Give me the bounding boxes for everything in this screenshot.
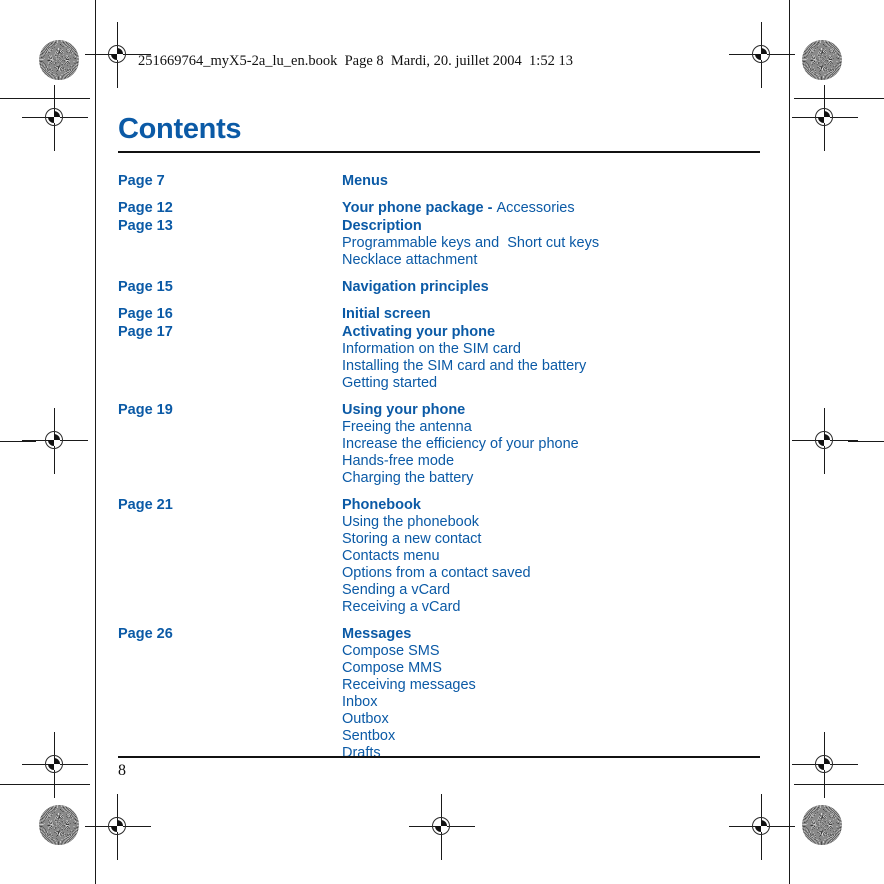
toc-entry-subitem[interactable]: Increase the efficiency of your phone — [342, 436, 763, 453]
toc-entry-subitem[interactable]: Contacts menu — [342, 548, 763, 565]
toc-entry-heading[interactable]: Your phone package - Accessories — [342, 199, 763, 217]
table-of-contents: Page 7 Menus Page 12 Your phone package - A… — [118, 172, 763, 762]
toc-entry-page-number: Page 7 — [118, 173, 165, 189]
toc-entry-subitem[interactable]: Drafts — [342, 745, 763, 762]
toc-entry-body: Messages Compose SMS Compose MMS Receiving … — [342, 625, 763, 762]
toc-entry-heading[interactable]: Phonebook — [342, 496, 763, 514]
toc-entry-page-number: Page 16 — [118, 306, 173, 322]
toc-entry-heading[interactable]: Description — [342, 217, 763, 235]
toc-entry-page-number: Page 15 — [118, 279, 173, 295]
toc-entry-subitem[interactable]: Outbox — [342, 711, 763, 728]
toc-entry-page-number: Page 19 — [118, 402, 173, 418]
toc-entry-body: Menus — [342, 172, 763, 190]
toc-entry-subitem[interactable]: Installing the SIM card and the battery — [342, 358, 763, 375]
document-page: 251669764_myX5-2a_lu_en.book Page 8 Mard… — [0, 0, 884, 884]
toc-entry-subitem[interactable]: Programmable keys and Short cut keys — [342, 235, 763, 252]
toc-entry-body: Description Programmable keys and Short c… — [342, 217, 763, 269]
toc-entry-heading[interactable]: Messages — [342, 625, 763, 643]
toc-entry-subitem[interactable]: Inbox — [342, 694, 763, 711]
title-rule — [118, 151, 760, 153]
toc-entry-subitem[interactable]: Options from a contact saved — [342, 565, 763, 582]
toc-entry-subitem[interactable]: Storing a new contact — [342, 531, 763, 548]
toc-entry-subitem[interactable]: Getting started — [342, 375, 763, 392]
toc-entry-subitem[interactable]: Information on the SIM card — [342, 341, 763, 358]
print-file-stamp: 251669764_myX5-2a_lu_en.book Page 8 Mard… — [138, 53, 573, 69]
toc-entry[interactable]: Page 13 Description Programmable keys and … — [118, 217, 763, 269]
toc-entry[interactable]: Page 19 Using your phone Freeing the anten… — [118, 401, 763, 487]
footer-rule — [118, 756, 760, 758]
toc-entry-page-number: Page 13 — [118, 218, 173, 234]
toc-entry-heading-suffix[interactable]: Accessories — [496, 200, 574, 216]
toc-entry[interactable]: Page 12 Your phone package - Accessories — [118, 199, 763, 217]
toc-entry-page-number: Page 17 — [118, 324, 173, 340]
toc-entry[interactable]: Page 16 Initial screen — [118, 305, 763, 323]
toc-entry[interactable]: Page 15 Navigation principles — [118, 278, 763, 296]
toc-entry-subitem[interactable]: Sending a vCard — [342, 582, 763, 599]
toc-entry-heading[interactable]: Menus — [342, 172, 763, 190]
toc-entry-page-number: Page 26 — [118, 626, 173, 642]
toc-entry-body: Phonebook Using the phonebook Storing a ne… — [342, 496, 763, 616]
toc-entry-subitem[interactable]: Using the phonebook — [342, 514, 763, 531]
toc-entry-body: Navigation principles — [342, 278, 763, 296]
toc-entry-subitem[interactable]: Sentbox — [342, 728, 763, 745]
toc-entry-heading[interactable]: Navigation principles — [342, 278, 763, 296]
toc-entry[interactable]: Page 7 Menus — [118, 172, 763, 190]
toc-entry-subitem[interactable]: Compose SMS — [342, 643, 763, 660]
toc-entry-heading[interactable]: Using your phone — [342, 401, 763, 419]
toc-entry[interactable]: Page 17 Activating your phone Information … — [118, 323, 763, 392]
toc-entry-heading[interactable]: Initial screen — [342, 305, 763, 323]
toc-entry-body: Initial screen — [342, 305, 763, 323]
toc-entry[interactable]: Page 21 Phonebook Using the phonebook Stori… — [118, 496, 763, 616]
toc-entry-heading[interactable]: Activating your phone — [342, 323, 763, 341]
toc-entry-subitem[interactable]: Charging the battery — [342, 470, 763, 487]
toc-entry-subitem[interactable]: Necklace attachment — [342, 252, 763, 269]
toc-entry-page-number: Page 21 — [118, 497, 173, 513]
toc-entry[interactable]: Page 26 Messages Compose SMS Compose MMS Rec… — [118, 625, 763, 762]
toc-entry-subitem[interactable]: Freeing the antenna — [342, 419, 763, 436]
toc-entry-page-number: Page 12 — [118, 200, 173, 216]
toc-entry-subitem[interactable]: Receiving a vCard — [342, 599, 763, 616]
toc-entry-subitem[interactable]: Hands-free mode — [342, 453, 763, 470]
toc-entry-body: Using your phone Freeing the antenna Incre… — [342, 401, 763, 487]
toc-entry-body: Activating your phone Information on the … — [342, 323, 763, 392]
toc-entry-subitem[interactable]: Compose MMS — [342, 660, 763, 677]
page-title: Contents — [118, 113, 242, 145]
page-number: 8 — [118, 762, 126, 779]
toc-entry-body: Your phone package - Accessories — [342, 199, 763, 217]
toc-entry-subitem[interactable]: Receiving messages — [342, 677, 763, 694]
